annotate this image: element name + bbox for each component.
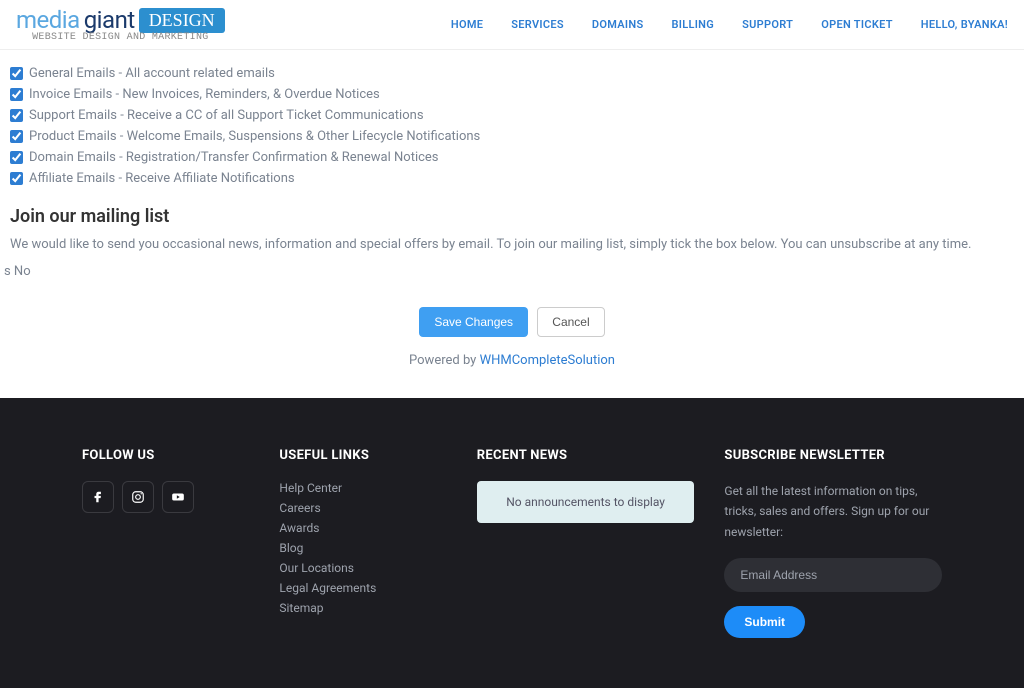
useful-title: USEFUL LINKS bbox=[279, 448, 446, 463]
nav-support[interactable]: SUPPORT bbox=[742, 18, 793, 31]
submit-button[interactable]: Submit bbox=[724, 606, 805, 638]
link-legal[interactable]: Legal Agreements bbox=[279, 581, 376, 595]
main-content: General Emails - All account related ema… bbox=[0, 50, 1024, 398]
link-awards[interactable]: Awards bbox=[279, 521, 319, 535]
label-domain: Domain Emails - Registration/Transfer Co… bbox=[29, 150, 439, 165]
email-field[interactable] bbox=[724, 558, 942, 592]
subscribe-desc: Get all the latest information on tips, … bbox=[724, 481, 942, 542]
link-blog[interactable]: Blog bbox=[279, 541, 303, 555]
news-title: RECENT NEWS bbox=[477, 448, 695, 463]
header: media giant DESIGN WEBSITE DESIGN AND MA… bbox=[0, 0, 1024, 50]
checkbox-product[interactable] bbox=[10, 130, 23, 143]
logo-text-1: media bbox=[16, 6, 80, 34]
facebook-icon[interactable] bbox=[82, 481, 114, 513]
label-affiliate: Affiliate Emails - Receive Affiliate Not… bbox=[29, 171, 295, 186]
main-nav: HOME SERVICES DOMAINS BILLING SUPPORT OP… bbox=[451, 18, 1008, 31]
link-careers[interactable]: Careers bbox=[279, 501, 320, 515]
cancel-button[interactable]: Cancel bbox=[537, 307, 604, 337]
save-button[interactable]: Save Changes bbox=[419, 307, 528, 337]
nav-services[interactable]: SERVICES bbox=[511, 18, 564, 31]
pref-general-emails: General Emails - All account related ema… bbox=[10, 66, 1014, 81]
label-product: Product Emails - Welcome Emails, Suspens… bbox=[29, 129, 480, 144]
mailing-title: Join our mailing list bbox=[10, 206, 1014, 227]
mailing-yesno: s No bbox=[4, 264, 1014, 279]
pref-domain-emails: Domain Emails - Registration/Transfer Co… bbox=[10, 150, 1014, 165]
nav-open-ticket[interactable]: OPEN TICKET bbox=[821, 18, 893, 31]
link-help-center[interactable]: Help Center bbox=[279, 481, 342, 495]
nav-hello-user[interactable]: HELLO, BYANKA! bbox=[921, 18, 1008, 31]
checkbox-support[interactable] bbox=[10, 109, 23, 122]
logo[interactable]: media giant DESIGN WEBSITE DESIGN AND MA… bbox=[16, 6, 225, 43]
footer-subscribe: SUBSCRIBE NEWSLETTER Get all the latest … bbox=[724, 448, 942, 638]
youtube-icon[interactable] bbox=[162, 481, 194, 513]
pref-invoice-emails: Invoice Emails - New Invoices, Reminders… bbox=[10, 87, 1014, 102]
footer-news: RECENT NEWS No announcements to display bbox=[477, 448, 695, 638]
label-invoice: Invoice Emails - New Invoices, Reminders… bbox=[29, 87, 380, 102]
footer-follow: FOLLOW US bbox=[82, 448, 249, 638]
checkbox-domain[interactable] bbox=[10, 151, 23, 164]
tagline: WEBSITE DESIGN AND MARKETING bbox=[32, 32, 208, 43]
mailing-desc: We would like to send you occasional new… bbox=[10, 237, 1014, 252]
link-sitemap[interactable]: Sitemap bbox=[279, 601, 323, 615]
footer: FOLLOW US USEFUL LINKS Help Center Caree… bbox=[0, 398, 1024, 688]
nav-billing[interactable]: BILLING bbox=[671, 18, 714, 31]
news-empty: No announcements to display bbox=[477, 481, 695, 523]
powered-link[interactable]: WHMCompleteSolution bbox=[480, 353, 615, 368]
label-support: Support Emails - Receive a CC of all Sup… bbox=[29, 108, 424, 123]
follow-title: FOLLOW US bbox=[82, 448, 249, 463]
link-locations[interactable]: Our Locations bbox=[279, 561, 354, 575]
label-general: General Emails - All account related ema… bbox=[29, 66, 275, 81]
instagram-icon[interactable] bbox=[122, 481, 154, 513]
logo-text-2: giant bbox=[84, 6, 135, 34]
powered-prefix: Powered by bbox=[409, 353, 480, 368]
logo-badge: DESIGN bbox=[139, 8, 225, 33]
subscribe-title: SUBSCRIBE NEWSLETTER bbox=[724, 448, 942, 463]
checkbox-invoice[interactable] bbox=[10, 88, 23, 101]
checkbox-affiliate[interactable] bbox=[10, 172, 23, 185]
pref-support-emails: Support Emails - Receive a CC of all Sup… bbox=[10, 108, 1014, 123]
button-row: Save Changes Cancel bbox=[10, 307, 1014, 337]
pref-product-emails: Product Emails - Welcome Emails, Suspens… bbox=[10, 129, 1014, 144]
checkbox-general[interactable] bbox=[10, 67, 23, 80]
pref-affiliate-emails: Affiliate Emails - Receive Affiliate Not… bbox=[10, 171, 1014, 186]
nav-home[interactable]: HOME bbox=[451, 18, 483, 31]
powered-by: Powered by WHMCompleteSolution bbox=[10, 353, 1014, 368]
footer-useful: USEFUL LINKS Help Center Careers Awards … bbox=[279, 448, 446, 638]
nav-domains[interactable]: DOMAINS bbox=[592, 18, 644, 31]
